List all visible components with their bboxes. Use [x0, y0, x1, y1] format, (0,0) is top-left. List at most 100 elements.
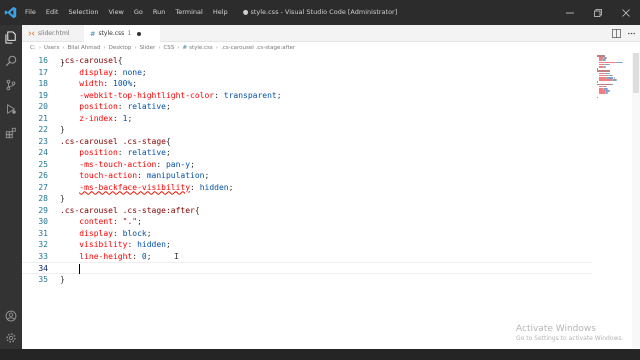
vertical-scrollbar[interactable]: [632, 53, 640, 348]
code-line[interactable]: 20 position: relative;: [22, 101, 592, 113]
code-line[interactable]: 23 .cs-carousel .cs-stage{: [22, 136, 592, 148]
restore-button[interactable]: [584, 0, 612, 25]
code-token: :: [117, 102, 128, 111]
code-token: :: [127, 240, 138, 249]
code-token: ;: [190, 159, 195, 169]
manage-button[interactable]: [3, 330, 19, 346]
code-line[interactable]: 26 touch-action: manipulation;: [22, 170, 592, 182]
code-token: hidden: [199, 182, 229, 192]
code-token: :: [112, 113, 123, 123]
line-number: 29: [38, 205, 48, 215]
line-number: 19: [38, 90, 48, 100]
code-line[interactable]: 24 position: relative;: [22, 147, 592, 159]
search-button[interactable]: [3, 53, 19, 69]
code-line[interactable]: 17 display: none;: [22, 67, 592, 79]
code-line[interactable]: 34: [22, 262, 592, 274]
html-file-icon: [28, 31, 35, 36]
code-text: touch-action: manipulation;: [60, 170, 209, 182]
source-control-button[interactable]: [3, 77, 19, 93]
minimap-line: [599, 79, 612, 81]
explorer-button[interactable]: [3, 29, 19, 45]
tab-style-css[interactable]: # style.css 1: [84, 25, 160, 42]
line-number: 23: [38, 136, 48, 146]
code-token: :: [214, 90, 224, 100]
accounts-button[interactable]: [3, 308, 19, 324]
code-editor[interactable]: } 16 .cs-carousel{17 display: none; 18 wid…: [22, 53, 592, 348]
status-bar: [0, 349, 640, 360]
code-line[interactable]: 33 line-height: 0;: [22, 251, 592, 263]
more-actions-icon[interactable]: [627, 29, 636, 38]
unsaved-dot-icon[interactable]: [137, 31, 142, 36]
line-number: 30: [38, 217, 48, 226]
code-token: .cs-carousel: [60, 56, 118, 65]
code-token: relative: [127, 148, 166, 157]
code-token: touch-action: [79, 171, 138, 180]
code-token: none: [122, 67, 142, 77]
split-editor-icon[interactable]: [612, 29, 621, 38]
window-controls: [556, 0, 640, 25]
code-line[interactable]: 25 -ms-touch-action: pan-y;: [22, 159, 592, 171]
code-line[interactable]: 28}: [22, 193, 592, 205]
menu-edit[interactable]: Edit: [41, 0, 64, 25]
close-button[interactable]: [612, 0, 640, 25]
code-line[interactable]: 21 z-index: 1;: [22, 113, 592, 125]
code-token: position: [79, 102, 118, 111]
mouse-ibeam-icon: I: [174, 251, 179, 261]
menu-run[interactable]: Run: [148, 0, 170, 25]
code-line[interactable]: 29 .cs-carousel .cs-stage:after{: [22, 205, 592, 217]
account-icon: [5, 310, 17, 322]
minimap-line: [621, 61, 623, 64]
code-line[interactable]: 27 -ms-backface-visibility: hidden;: [22, 182, 592, 194]
menu-terminal[interactable]: Terminal: [170, 0, 207, 25]
code-line[interactable]: 30 content: ".";: [22, 216, 592, 228]
restore-icon: [594, 8, 602, 17]
code-token: :: [132, 251, 142, 261]
menu-selection[interactable]: Selection: [63, 0, 103, 25]
code-token: .cs-carousel .cs-stage: [60, 136, 166, 146]
line-number: 28: [38, 194, 48, 203]
menu-help[interactable]: Help: [208, 0, 233, 25]
minimap-line: [606, 57, 608, 59]
activate-windows-watermark: Activate Windows Go to Settings to activ…: [516, 324, 623, 342]
extensions-button[interactable]: [3, 125, 19, 141]
code-token: .cs-carousel .cs-stage:after: [60, 205, 195, 215]
code-token: {: [165, 136, 171, 146]
code-token: transparent: [223, 90, 277, 100]
code-line[interactable]: 16 .cs-carousel{: [22, 55, 592, 67]
line-number: 16: [38, 56, 48, 65]
code-line[interactable]: 22}: [22, 124, 592, 136]
code-text: position: relative;: [60, 147, 171, 159]
code-text: display: block;: [60, 228, 151, 240]
code-token: ;: [141, 67, 147, 77]
code-line[interactable]: 18 width: 100%;: [22, 78, 592, 90]
minimize-button[interactable]: [556, 0, 584, 25]
line-number: 20: [38, 102, 48, 111]
line-number: 18: [38, 79, 48, 88]
code-line[interactable]: 32 visibility: hidden;: [22, 239, 592, 251]
run-debug-button[interactable]: [3, 101, 19, 117]
code-line[interactable]: 19 -webkit-top-hightlight-color: transpa…: [22, 90, 592, 102]
code-line[interactable]: 31 display: block;: [22, 228, 592, 240]
code-line[interactable]: 35}: [22, 274, 592, 286]
run-debug-icon: [7, 103, 16, 115]
close-icon: [622, 8, 630, 17]
code-token: :: [137, 171, 147, 180]
menu-file[interactable]: File: [20, 0, 41, 25]
line-number: 27: [38, 182, 48, 192]
minimap-line: [609, 63, 611, 66]
line-number: 22: [38, 125, 48, 134]
minimap-line: [605, 66, 607, 68]
extensions-icon: [5, 127, 16, 139]
tab-label: style.css: [98, 30, 125, 37]
code-token: :: [112, 228, 123, 238]
line-number: 33: [38, 251, 48, 261]
menu-go[interactable]: Go: [129, 0, 148, 25]
scrollbar-thumb[interactable]: [633, 53, 639, 93]
code-token: relative: [127, 102, 166, 111]
menu-view[interactable]: View: [103, 0, 128, 25]
minimap[interactable]: [592, 53, 632, 348]
tab-slider-html[interactable]: slider.html: [22, 25, 84, 42]
